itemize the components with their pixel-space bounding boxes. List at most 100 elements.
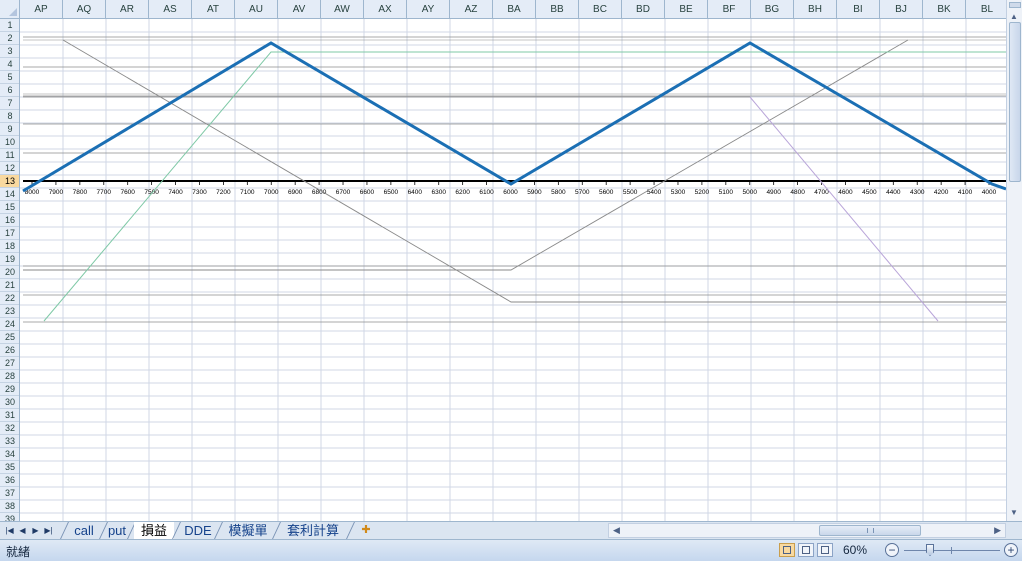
- tab-call[interactable]: call: [66, 522, 102, 539]
- column-header-as[interactable]: AS: [149, 0, 192, 19]
- row-header-5[interactable]: 5: [0, 71, 19, 84]
- chart-x-tick-label: 4900: [766, 189, 781, 196]
- row-header-31[interactable]: 31: [0, 409, 19, 422]
- row-header-6[interactable]: 6: [0, 84, 19, 97]
- row-header-24[interactable]: 24: [0, 318, 19, 331]
- vertical-scrollbar[interactable]: ▲ ▼: [1006, 0, 1022, 521]
- zoom-slider[interactable]: [904, 550, 1000, 551]
- row-header-2[interactable]: 2: [0, 32, 19, 45]
- chart-x-tick-label: 7000: [264, 189, 279, 196]
- zoom-in-button[interactable]: +: [1004, 543, 1018, 557]
- column-header-bg[interactable]: BG: [751, 0, 794, 19]
- column-header-bi[interactable]: BI: [837, 0, 880, 19]
- column-header-bb[interactable]: BB: [536, 0, 579, 19]
- zoom-out-button[interactable]: −: [885, 543, 899, 557]
- worksheet-grid[interactable]: 8000 7900 7800 7700 7600 7500 7400 7300 7200 7100…: [20, 19, 1006, 521]
- column-header-bk[interactable]: BK: [923, 0, 966, 19]
- row-header-7[interactable]: 7: [0, 97, 19, 110]
- tab-put[interactable]: put: [104, 522, 130, 539]
- row-header-30[interactable]: 30: [0, 396, 19, 409]
- last-sheet-icon[interactable]: ▶|: [42, 524, 55, 537]
- chart-x-tick-label: 6200: [455, 189, 470, 196]
- column-header-bc[interactable]: BC: [579, 0, 622, 19]
- row-header-23[interactable]: 23: [0, 305, 19, 318]
- row-header-21[interactable]: 21: [0, 279, 19, 292]
- row-header-16[interactable]: 16: [0, 214, 19, 227]
- zoom-slider-thumb[interactable]: [926, 544, 934, 556]
- page-break-preview-button[interactable]: [817, 543, 833, 557]
- column-header-ba[interactable]: BA: [493, 0, 536, 19]
- scroll-down-icon[interactable]: ▼: [1010, 508, 1018, 517]
- row-header-1[interactable]: 1: [0, 19, 19, 32]
- row-header-34[interactable]: 34: [0, 448, 19, 461]
- row-header-14[interactable]: 14: [0, 188, 19, 201]
- column-header-aq[interactable]: AQ: [63, 0, 106, 19]
- chart-x-tick-label: 7100: [240, 189, 255, 196]
- row-header-15[interactable]: 15: [0, 201, 19, 214]
- horizontal-scrollbar[interactable]: ◀ ▶: [608, 523, 1006, 538]
- column-header-bh[interactable]: BH: [794, 0, 837, 19]
- row-header-17[interactable]: 17: [0, 227, 19, 240]
- first-sheet-icon[interactable]: |◀: [3, 524, 16, 537]
- chart-x-tick-label: 4700: [814, 189, 829, 196]
- column-header-az[interactable]: AZ: [450, 0, 493, 19]
- column-header-bj[interactable]: BJ: [880, 0, 923, 19]
- normal-view-button[interactable]: [779, 543, 795, 557]
- chart-x-tick-label: 4800: [790, 189, 805, 196]
- tab-profit-loss[interactable]: 損益: [134, 522, 174, 539]
- column-header-ap[interactable]: AP: [20, 0, 63, 19]
- row-header-11[interactable]: 11: [0, 149, 19, 162]
- tab-simulation-order[interactable]: 模擬單: [222, 522, 274, 539]
- column-header-ar[interactable]: AR: [106, 0, 149, 19]
- row-header-4[interactable]: 4: [0, 58, 19, 71]
- row-header-38[interactable]: 38: [0, 500, 19, 513]
- zoom-level[interactable]: 60%: [843, 543, 867, 557]
- scroll-left-icon[interactable]: ◀: [613, 524, 620, 537]
- scroll-up-icon[interactable]: ▲: [1010, 12, 1018, 21]
- tab-arbitrage-calc[interactable]: 套利計算: [280, 522, 346, 539]
- row-header-10[interactable]: 10: [0, 136, 19, 149]
- row-header-36[interactable]: 36: [0, 474, 19, 487]
- row-header-29[interactable]: 29: [0, 383, 19, 396]
- page-layout-view-button[interactable]: [798, 543, 814, 557]
- row-header-39[interactable]: 39: [0, 513, 19, 521]
- column-header-au[interactable]: AU: [235, 0, 278, 19]
- insert-sheet-icon[interactable]: ✚: [358, 523, 374, 537]
- row-header-32[interactable]: 32: [0, 422, 19, 435]
- row-header-13[interactable]: 13: [0, 175, 19, 188]
- row-header-37[interactable]: 37: [0, 487, 19, 500]
- column-header-at[interactable]: AT: [192, 0, 235, 19]
- column-header-ax[interactable]: AX: [364, 0, 407, 19]
- split-handle[interactable]: [1009, 2, 1021, 8]
- row-header-8[interactable]: 8: [0, 110, 19, 123]
- row-header-12[interactable]: 12: [0, 162, 19, 175]
- prev-sheet-icon[interactable]: ◀: [16, 524, 29, 537]
- tab-dde[interactable]: DDE: [180, 522, 216, 539]
- horizontal-scroll-thumb[interactable]: [819, 525, 921, 536]
- row-header-20[interactable]: 20: [0, 266, 19, 279]
- column-header-ay[interactable]: AY: [407, 0, 450, 19]
- next-sheet-icon[interactable]: ▶: [29, 524, 42, 537]
- scroll-right-icon[interactable]: ▶: [994, 524, 1001, 537]
- vertical-scroll-thumb[interactable]: [1009, 22, 1021, 182]
- row-header-33[interactable]: 33: [0, 435, 19, 448]
- row-header-28[interactable]: 28: [0, 370, 19, 383]
- column-header-be[interactable]: BE: [665, 0, 708, 19]
- column-header-aw[interactable]: AW: [321, 0, 364, 19]
- row-header-19[interactable]: 19: [0, 253, 19, 266]
- column-header-bd[interactable]: BD: [622, 0, 665, 19]
- row-header-3[interactable]: 3: [0, 45, 19, 58]
- row-header-9[interactable]: 9: [0, 123, 19, 136]
- row-header-22[interactable]: 22: [0, 292, 19, 305]
- column-header-bf[interactable]: BF: [708, 0, 751, 19]
- row-header-25[interactable]: 25: [0, 331, 19, 344]
- profit-loss-chart[interactable]: 8000 7900 7800 7700 7600 7500 7400 7300 7200 7100…: [20, 19, 1006, 521]
- row-header-27[interactable]: 27: [0, 357, 19, 370]
- row-header-26[interactable]: 26: [0, 344, 19, 357]
- chart-x-tick-label: 4400: [886, 189, 901, 196]
- column-header-bl[interactable]: BL: [966, 0, 1009, 19]
- select-all-corner[interactable]: [0, 0, 20, 19]
- column-header-av[interactable]: AV: [278, 0, 321, 19]
- row-header-18[interactable]: 18: [0, 240, 19, 253]
- row-header-35[interactable]: 35: [0, 461, 19, 474]
